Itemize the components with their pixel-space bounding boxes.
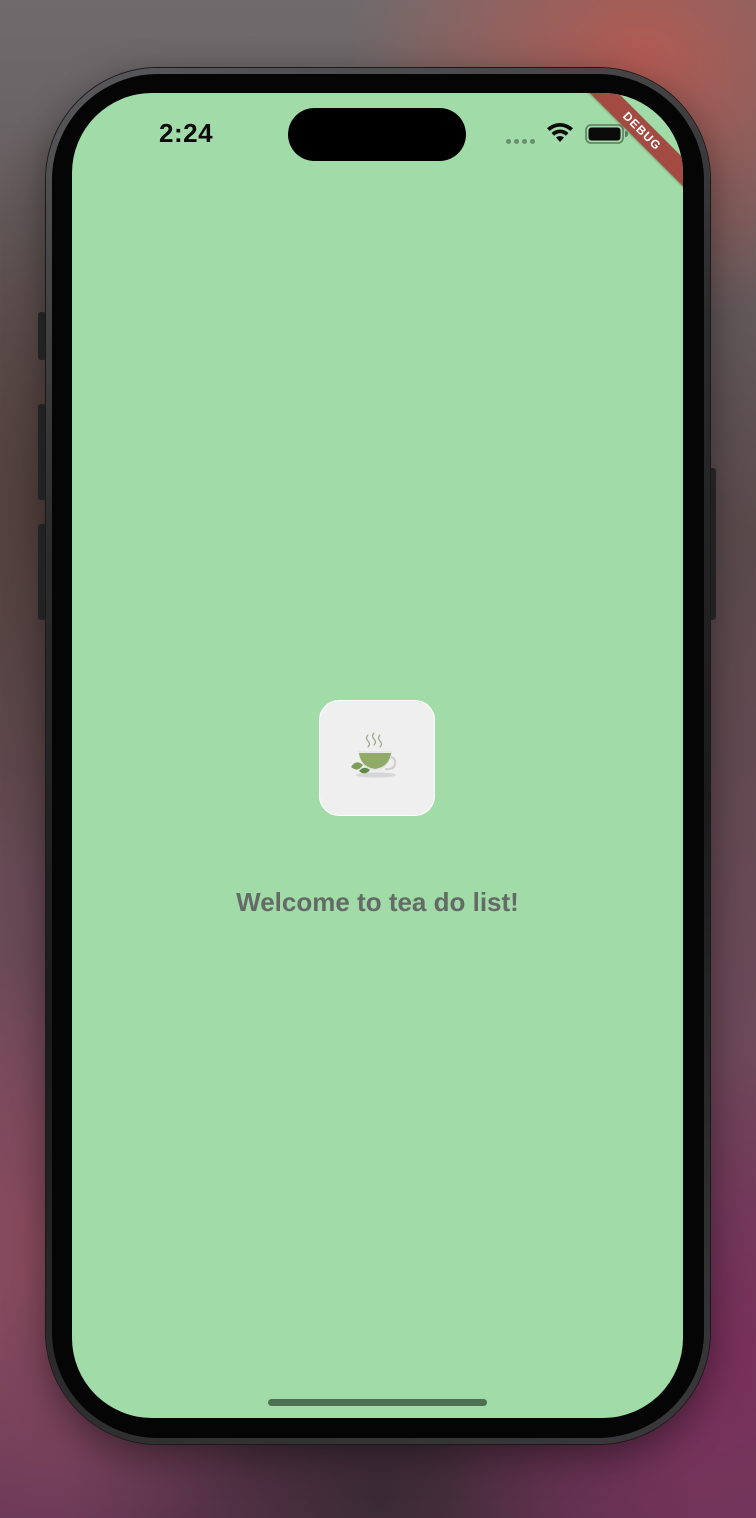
dynamic-island [288,108,466,161]
welcome-message: Welcome to tea do list! [236,887,519,917]
tea-cup-icon [351,732,397,778]
action-button[interactable] [38,312,46,360]
wifi-icon [547,122,573,142]
home-indicator[interactable] [268,1399,487,1406]
app-screen: 2:24 DEBUG Welcome to tea do list! [72,93,683,1418]
status-time: 2:24 [159,118,214,148]
battery-icon [585,124,628,144]
app-logo [319,700,435,816]
volume-up-button[interactable] [38,404,46,500]
volume-down-button[interactable] [38,524,46,620]
cellular-signal-icon [506,139,535,144]
